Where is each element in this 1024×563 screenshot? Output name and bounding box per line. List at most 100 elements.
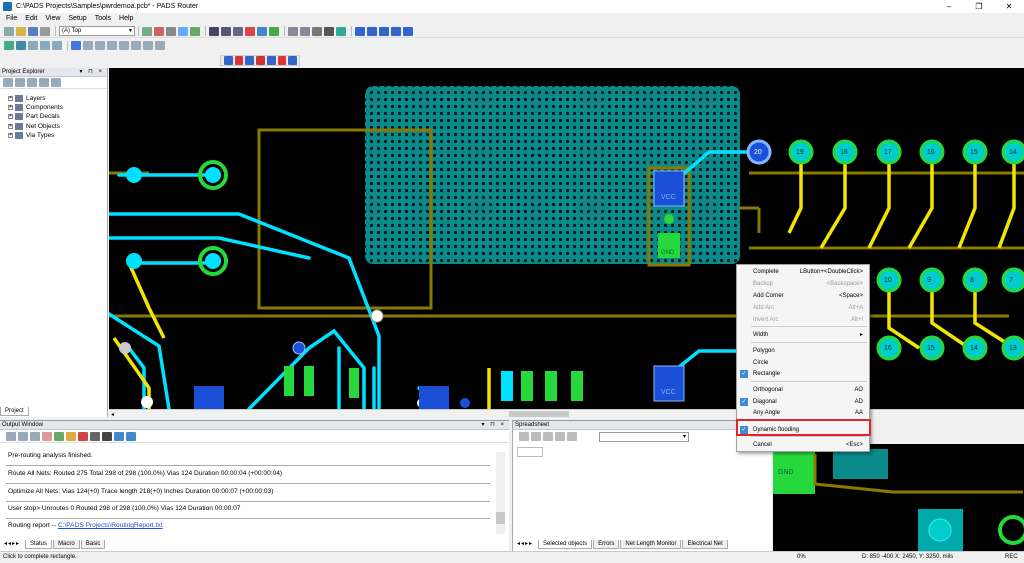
header-pin[interactable] bbox=[1001, 267, 1024, 293]
sheet-combo[interactable] bbox=[599, 431, 689, 442]
keepout-icon[interactable] bbox=[288, 56, 298, 65]
filter-icon[interactable] bbox=[154, 26, 164, 36]
sheet-tab-nav-icon[interactable]: ◂◂▸▸ bbox=[513, 540, 537, 549]
stop-icon[interactable] bbox=[234, 56, 244, 65]
context-menu-diagonal[interactable]: ✓ Diagonal AD bbox=[737, 397, 869, 407]
print-log-icon[interactable] bbox=[90, 431, 100, 441]
cut-icon[interactable] bbox=[277, 56, 287, 65]
copy-icon[interactable] bbox=[27, 78, 37, 87]
header-pin[interactable] bbox=[962, 267, 988, 293]
draft-icon[interactable] bbox=[224, 56, 233, 65]
sheet-sort-icon[interactable] bbox=[555, 432, 565, 441]
routing-report-link[interactable]: C:\PADS Projects\RoutingReport.txt bbox=[58, 522, 163, 529]
save-icon[interactable] bbox=[28, 26, 38, 36]
context-menu-any-angle[interactable]: Any Angle AA bbox=[737, 408, 869, 418]
paste-icon[interactable] bbox=[39, 78, 49, 87]
arc-icon[interactable] bbox=[52, 41, 62, 50]
properties-icon[interactable] bbox=[142, 26, 152, 36]
polygon-icon[interactable] bbox=[245, 56, 255, 65]
context-menu-circle[interactable]: Circle bbox=[737, 358, 869, 368]
tab-project[interactable]: Project bbox=[0, 407, 29, 416]
sheet-cell[interactable] bbox=[517, 447, 543, 457]
context-menu-orthogonal[interactable]: Orthogonal AO bbox=[737, 385, 869, 395]
mode-icon[interactable] bbox=[4, 41, 14, 50]
line-icon[interactable] bbox=[40, 41, 50, 50]
sheet-paste-icon[interactable] bbox=[543, 432, 553, 441]
pcb-drawing[interactable]: VCC GND VCC 20 19 18 17 16 15 14 10 9 8 7 16 15 14 13 bbox=[109, 68, 1024, 409]
canvas-horizontal-scrollbar[interactable]: ◂ bbox=[109, 409, 1024, 418]
select-area-icon[interactable] bbox=[367, 26, 377, 36]
tab-net-length-monitor[interactable]: Net Length Monitor bbox=[620, 540, 682, 549]
menu-tools[interactable]: Tools bbox=[95, 15, 111, 22]
undo-icon[interactable] bbox=[288, 26, 298, 36]
pcb-canvas-lower[interactable]: GND bbox=[773, 444, 1024, 551]
menu-help[interactable]: Help bbox=[119, 15, 133, 22]
script-icon[interactable] bbox=[114, 431, 124, 441]
scroll-left-icon[interactable]: ◂ bbox=[111, 411, 114, 418]
sheet-copy-icon[interactable] bbox=[531, 432, 541, 441]
flood-icon[interactable] bbox=[256, 56, 265, 65]
menu-view[interactable]: View bbox=[45, 15, 60, 22]
scroll-thumb[interactable] bbox=[509, 411, 569, 417]
context-menu-rectangle[interactable]: ✓ Rectangle bbox=[737, 369, 869, 379]
save-log-icon[interactable] bbox=[66, 431, 76, 441]
context-menu-add-corner[interactable]: Add Corner <Space> bbox=[737, 291, 869, 301]
measure-icon[interactable] bbox=[131, 41, 141, 50]
snap-icon[interactable] bbox=[28, 41, 38, 50]
clear-icon[interactable] bbox=[42, 431, 52, 441]
highlight-icon[interactable] bbox=[336, 26, 346, 36]
tab-nav-icon[interactable]: ◂◂▸▸ bbox=[0, 540, 24, 549]
refresh-icon[interactable] bbox=[312, 26, 322, 36]
tab-electrical-net[interactable]: Electrical Net bbox=[682, 540, 728, 549]
tree-item-via-types[interactable]: + Via Types bbox=[8, 132, 54, 139]
zoom-icon[interactable] bbox=[324, 26, 334, 36]
tree-item-components[interactable]: + Components bbox=[8, 104, 63, 111]
back-icon[interactable] bbox=[6, 431, 16, 441]
find-icon[interactable] bbox=[102, 431, 112, 441]
drc-icon[interactable] bbox=[245, 26, 255, 36]
context-menu-backup[interactable]: Backup <Backspace> bbox=[737, 279, 869, 289]
edit-icon[interactable] bbox=[166, 26, 176, 36]
expand-icon[interactable] bbox=[3, 78, 13, 87]
layer-select[interactable]: (A) Top bbox=[59, 26, 135, 36]
pcb-canvas[interactable]: VCC GND VCC 20 19 18 17 16 15 14 10 9 8 7 16 15 14 13 bbox=[109, 68, 1024, 409]
print-icon[interactable] bbox=[40, 26, 50, 36]
move-icon[interactable] bbox=[379, 26, 389, 36]
new-icon[interactable] bbox=[4, 26, 14, 36]
tree-item-layers[interactable]: + Layers bbox=[8, 95, 46, 102]
route-icon[interactable] bbox=[178, 26, 188, 36]
tab-errors[interactable]: Errors bbox=[593, 540, 620, 549]
context-menu-add-arc[interactable]: Add Arc Alt+A bbox=[737, 303, 869, 313]
pointer-icon[interactable] bbox=[71, 41, 81, 50]
context-menu-polygon[interactable]: Polygon bbox=[737, 346, 869, 356]
context-menu-cancel[interactable]: Cancel <Esc> bbox=[737, 440, 869, 450]
auto-route-icon[interactable] bbox=[233, 26, 243, 36]
layer-icon[interactable] bbox=[257, 26, 267, 36]
tab-macro[interactable]: Macro bbox=[53, 540, 80, 549]
delete-icon[interactable] bbox=[51, 78, 61, 87]
dim-icon[interactable] bbox=[143, 41, 153, 50]
interactive-route-icon[interactable] bbox=[221, 26, 231, 36]
open-icon[interactable] bbox=[16, 26, 26, 36]
zoom-out-icon[interactable] bbox=[107, 41, 117, 50]
component-icon[interactable] bbox=[190, 26, 200, 36]
sheet-filter-icon[interactable] bbox=[519, 432, 529, 441]
context-menu-complete[interactable]: Complete LButton+<DoubleClick> bbox=[737, 267, 869, 277]
tab-selected-objects[interactable]: Selected objects bbox=[538, 540, 593, 549]
context-menu-width[interactable]: Width ▸ bbox=[737, 330, 869, 340]
fit-icon[interactable] bbox=[119, 41, 129, 50]
add-route-icon[interactable] bbox=[209, 26, 219, 36]
output-panel-controls-icon[interactable]: ▾ ⊓ × bbox=[481, 421, 506, 430]
pan-icon[interactable] bbox=[83, 41, 93, 50]
tree-item-net-objects[interactable]: + Net Objects bbox=[8, 123, 60, 130]
restore-button[interactable]: ❐ bbox=[964, 0, 994, 13]
resistor-r1[interactable] bbox=[284, 366, 294, 396]
tab-status[interactable]: Status bbox=[25, 540, 53, 549]
minimize-button[interactable]: – bbox=[934, 0, 964, 13]
close-button[interactable]: ✕ bbox=[994, 0, 1024, 13]
tree-item-part-decals[interactable]: + Part Decals bbox=[8, 113, 60, 120]
context-menu-invert-arc[interactable]: Invert Arc Alt+I bbox=[737, 315, 869, 325]
export-icon[interactable] bbox=[54, 431, 64, 441]
panel-controls-icon[interactable]: ▾ ⊓ × bbox=[79, 68, 104, 77]
zoom-in-icon[interactable] bbox=[95, 41, 105, 50]
